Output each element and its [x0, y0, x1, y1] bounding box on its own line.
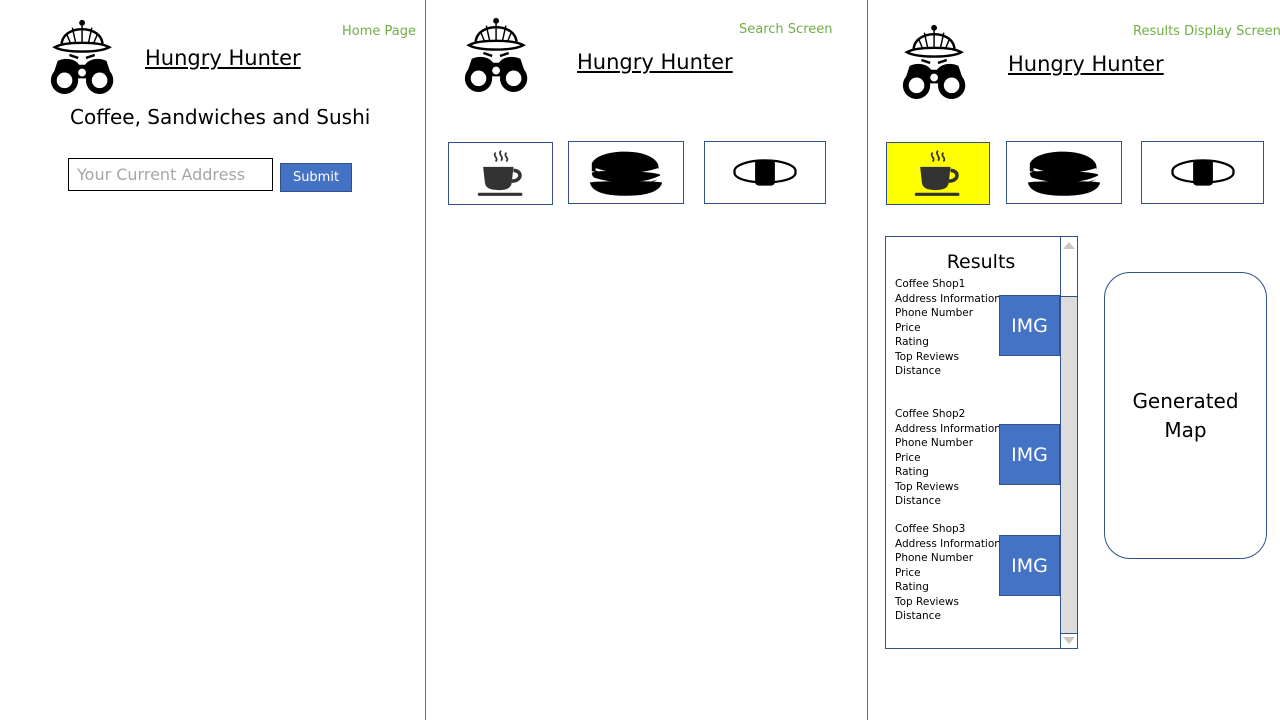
app-title[interactable]: Hungry Hunter [1008, 52, 1164, 76]
map-label: Generated Map [1132, 388, 1239, 442]
result-image: IMG [999, 424, 1060, 485]
generated-map[interactable]: Generated Map [1104, 272, 1267, 559]
results-heading: Results [946, 251, 1016, 273]
results-screen-label: Results Display Screen [1133, 24, 1280, 39]
explorer-logo-icon [898, 20, 976, 100]
coffee-category-button[interactable] [448, 142, 553, 205]
tagline: Coffee, Sandwiches and Sushi [70, 105, 371, 129]
storyboard: Home Page Hungry Hunter Coffee, Sandwich… [0, 0, 1280, 720]
result-reviews: Top Reviews [895, 595, 959, 608]
result-distance: Distance [895, 610, 941, 622]
screen-divider [867, 0, 868, 720]
scroll-thumb[interactable] [1061, 296, 1077, 634]
app-title[interactable]: Hungry Hunter [145, 46, 301, 70]
results-scrollbar[interactable] [1060, 237, 1077, 648]
sushi-category-button[interactable] [704, 141, 826, 204]
scroll-up-arrow-icon[interactable] [1063, 242, 1075, 249]
coffee-cup-icon [474, 149, 528, 199]
result-distance: Distance [895, 495, 941, 507]
home-screen-label: Home Page [342, 24, 416, 39]
result-distance: Distance [895, 365, 941, 377]
sandwich-category-button[interactable] [568, 141, 684, 204]
result-image: IMG [999, 295, 1060, 356]
sandwich-icon [588, 148, 664, 198]
search-screen-label: Search Screen [739, 22, 833, 37]
coffee-category-button-selected[interactable] [886, 142, 990, 205]
address-input[interactable] [68, 158, 273, 191]
result-image: IMG [999, 535, 1060, 596]
app-title[interactable]: Hungry Hunter [577, 50, 733, 74]
explorer-logo-icon [460, 12, 538, 94]
screen-divider [425, 0, 426, 720]
sushi-category-button[interactable] [1141, 141, 1264, 204]
result-name: Coffee Shop2 [895, 408, 966, 420]
sushi-icon [729, 155, 801, 191]
coffee-cup-icon [911, 149, 965, 199]
sushi-icon [1167, 155, 1239, 191]
sandwich-category-button[interactable] [1006, 141, 1122, 204]
explorer-logo-icon [46, 14, 124, 96]
submit-button[interactable]: Submit [280, 163, 352, 192]
result-name: Coffee Shop1 [895, 278, 966, 290]
scroll-down-arrow-icon[interactable] [1063, 637, 1075, 644]
results-list[interactable]: Results Coffee Shop1 Address Information… [885, 236, 1078, 649]
sandwich-icon [1026, 148, 1102, 198]
